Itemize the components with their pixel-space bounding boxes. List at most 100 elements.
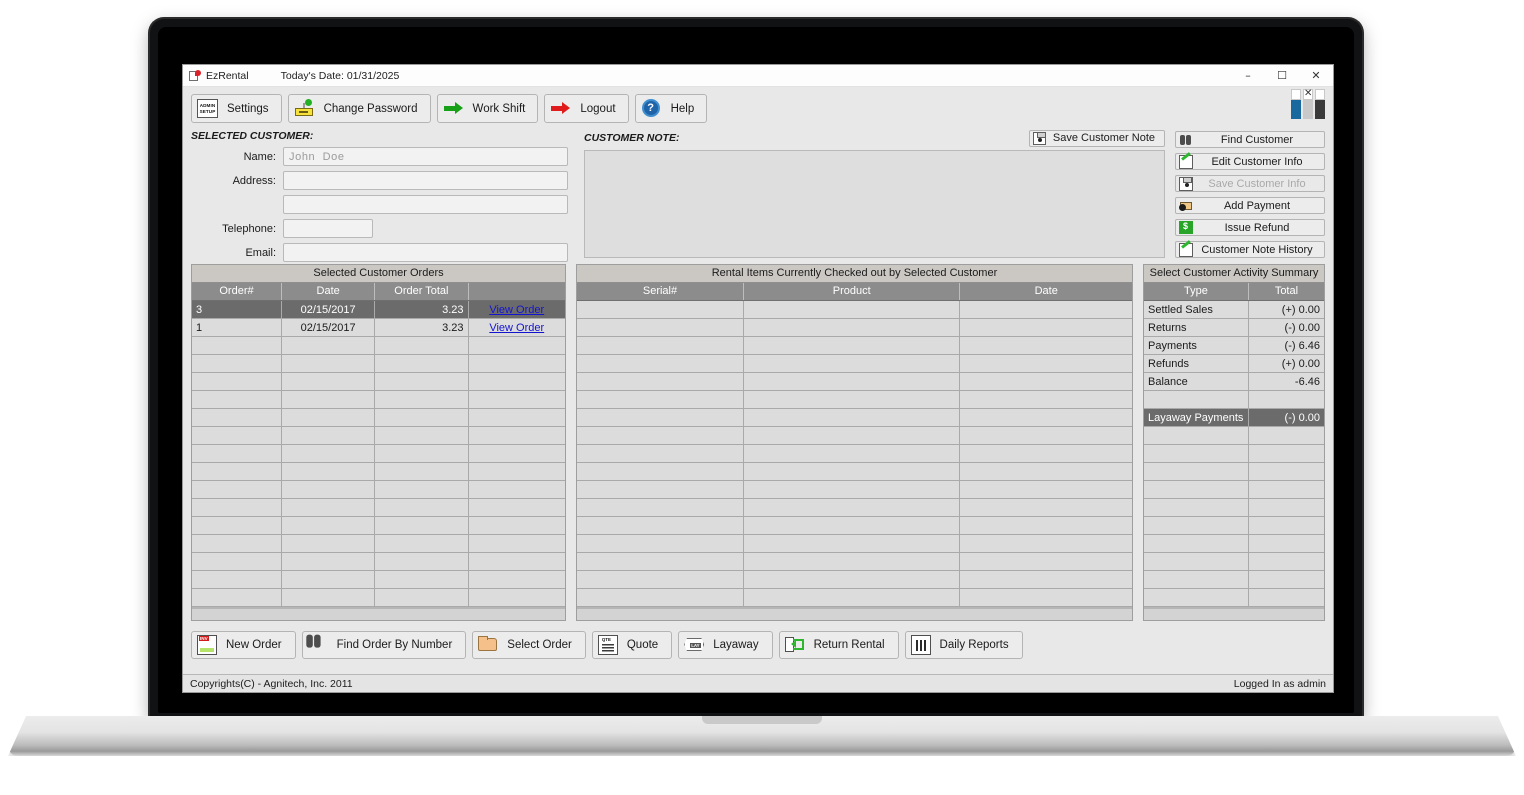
empty-cell: [577, 516, 744, 535]
table-row-empty[interactable]: [577, 444, 1132, 463]
table-row[interactable]: 1 02/15/2017 3.23 View Order: [192, 318, 565, 337]
table-row-empty[interactable]: [192, 480, 565, 499]
table-row-empty[interactable]: [192, 462, 565, 481]
settings-button[interactable]: ADMIN SETUP Settings: [191, 94, 282, 123]
table-row[interactable]: 3 02/15/2017 3.23 View Order: [192, 300, 565, 319]
table-row[interactable]: Balance -6.46: [1144, 372, 1324, 391]
table-row-empty[interactable]: [577, 318, 1132, 337]
orders-grid-footer: [192, 607, 565, 620]
table-row-empty[interactable]: [192, 588, 565, 607]
summary-total-cell: -6.46: [1248, 372, 1324, 391]
layaway-button[interactable]: Layaway: [678, 631, 773, 659]
logout-button[interactable]: Logout: [544, 94, 629, 123]
table-row-empty[interactable]: [1144, 480, 1324, 499]
empty-cell: [577, 588, 744, 607]
table-row[interactable]: Layaway Payments (-) 0.00: [1144, 408, 1324, 427]
empty-cell: [743, 372, 961, 391]
order-number-cell: 3: [192, 300, 283, 319]
add-payment-button[interactable]: Add Payment: [1175, 197, 1325, 214]
table-row-empty[interactable]: [577, 354, 1132, 373]
table-row-empty[interactable]: [1144, 588, 1324, 607]
table-row-empty[interactable]: [192, 444, 565, 463]
table-row-empty[interactable]: [1144, 498, 1324, 517]
return-rental-button[interactable]: Return Rental: [778, 631, 899, 659]
view-order-link[interactable]: View Order: [489, 304, 544, 316]
quote-button[interactable]: Quote: [591, 631, 673, 659]
save-customer-info-button[interactable]: Save Customer Info: [1175, 175, 1325, 192]
table-row[interactable]: Returns (-) 0.00: [1144, 318, 1324, 337]
logged-in-text: Logged In as admin: [1233, 677, 1326, 690]
table-row-empty[interactable]: [577, 480, 1132, 499]
table-row-empty[interactable]: [577, 534, 1132, 553]
table-row-empty[interactable]: [577, 516, 1132, 535]
summary-body: Settled Sales (+) 0.00 Returns (-) 0.00 Paym…: [1144, 300, 1324, 607]
edit-customer-info-button[interactable]: Edit Customer Info: [1175, 153, 1325, 170]
table-row-empty[interactable]: [1144, 516, 1324, 535]
empty-cell: [374, 444, 469, 463]
customer-note-history-button[interactable]: Customer Note History: [1175, 241, 1325, 258]
find-customer-button[interactable]: Find Customer: [1175, 131, 1325, 148]
work-shift-button[interactable]: Work Shift: [436, 94, 539, 123]
change-password-button[interactable]: Change Password: [287, 94, 431, 123]
table-row[interactable]: Settled Sales (+) 0.00: [1144, 300, 1324, 319]
address-line2-input[interactable]: [283, 195, 568, 214]
minimize-button[interactable]: –: [1231, 65, 1265, 87]
table-row-empty[interactable]: [577, 300, 1132, 319]
table-row-empty[interactable]: [577, 570, 1132, 589]
customer-note-textarea[interactable]: [584, 150, 1165, 258]
view-order-link[interactable]: View Order: [489, 322, 544, 334]
table-row-empty[interactable]: [577, 498, 1132, 517]
table-row-empty[interactable]: [192, 372, 565, 391]
table-row-empty[interactable]: [192, 570, 565, 589]
table-row-empty[interactable]: [577, 408, 1132, 427]
table-row-empty[interactable]: [192, 552, 565, 571]
table-row-empty[interactable]: [1144, 534, 1324, 553]
empty-cell: [959, 426, 1132, 445]
table-row-empty[interactable]: [192, 534, 565, 553]
address-line1-input[interactable]: [283, 171, 568, 190]
maximize-button[interactable]: ☐: [1265, 65, 1299, 87]
help-button[interactable]: ? Help: [634, 94, 708, 123]
table-row-empty[interactable]: [577, 552, 1132, 571]
save-customer-note-button[interactable]: Save Customer Note: [1028, 129, 1165, 147]
find-order-by-number-button[interactable]: Find Order By Number: [301, 631, 467, 659]
daily-reports-button[interactable]: Daily Reports: [904, 631, 1023, 659]
empty-cell: [959, 390, 1132, 409]
close-button[interactable]: ✕: [1299, 65, 1333, 87]
table-row-empty[interactable]: [577, 462, 1132, 481]
issue-refund-button[interactable]: Issue Refund: [1175, 219, 1325, 236]
empty-cell: [192, 408, 283, 427]
email-input[interactable]: [283, 243, 568, 262]
table-row-empty[interactable]: [192, 426, 565, 445]
table-row-empty[interactable]: [192, 516, 565, 535]
table-row-empty[interactable]: [1144, 426, 1324, 445]
table-row-empty[interactable]: [577, 426, 1132, 445]
empty-cell: [1144, 426, 1249, 445]
table-row-empty[interactable]: [192, 390, 565, 409]
table-row-empty[interactable]: [577, 588, 1132, 607]
table-row[interactable]: Payments (-) 6.46: [1144, 336, 1324, 355]
name-input[interactable]: [283, 147, 568, 166]
table-row-empty[interactable]: [577, 372, 1132, 391]
table-row[interactable]: [1144, 390, 1324, 409]
table-row-empty[interactable]: [1144, 462, 1324, 481]
table-row-empty[interactable]: [192, 408, 565, 427]
empty-cell: [577, 498, 744, 517]
summary-grid-title: Select Customer Activity Summary: [1144, 265, 1324, 283]
table-row[interactable]: Refunds (+) 0.00: [1144, 354, 1324, 373]
table-row-empty[interactable]: [1144, 444, 1324, 463]
table-row-empty[interactable]: [192, 498, 565, 517]
table-row-empty[interactable]: [1144, 552, 1324, 571]
empty-cell: [468, 426, 565, 445]
telephone-input[interactable]: [283, 219, 373, 238]
select-order-button[interactable]: Select Order: [472, 631, 586, 659]
table-row-empty[interactable]: [192, 354, 565, 373]
new-order-button[interactable]: New Order: [191, 631, 296, 659]
table-row-empty[interactable]: [1144, 570, 1324, 589]
table-row-empty[interactable]: [577, 336, 1132, 355]
table-row-empty[interactable]: [577, 390, 1132, 409]
table-row-empty[interactable]: [192, 336, 565, 355]
empty-cell: [192, 372, 283, 391]
new-order-label: New Order: [226, 639, 282, 651]
order-date-cell: 02/15/2017: [281, 300, 376, 319]
